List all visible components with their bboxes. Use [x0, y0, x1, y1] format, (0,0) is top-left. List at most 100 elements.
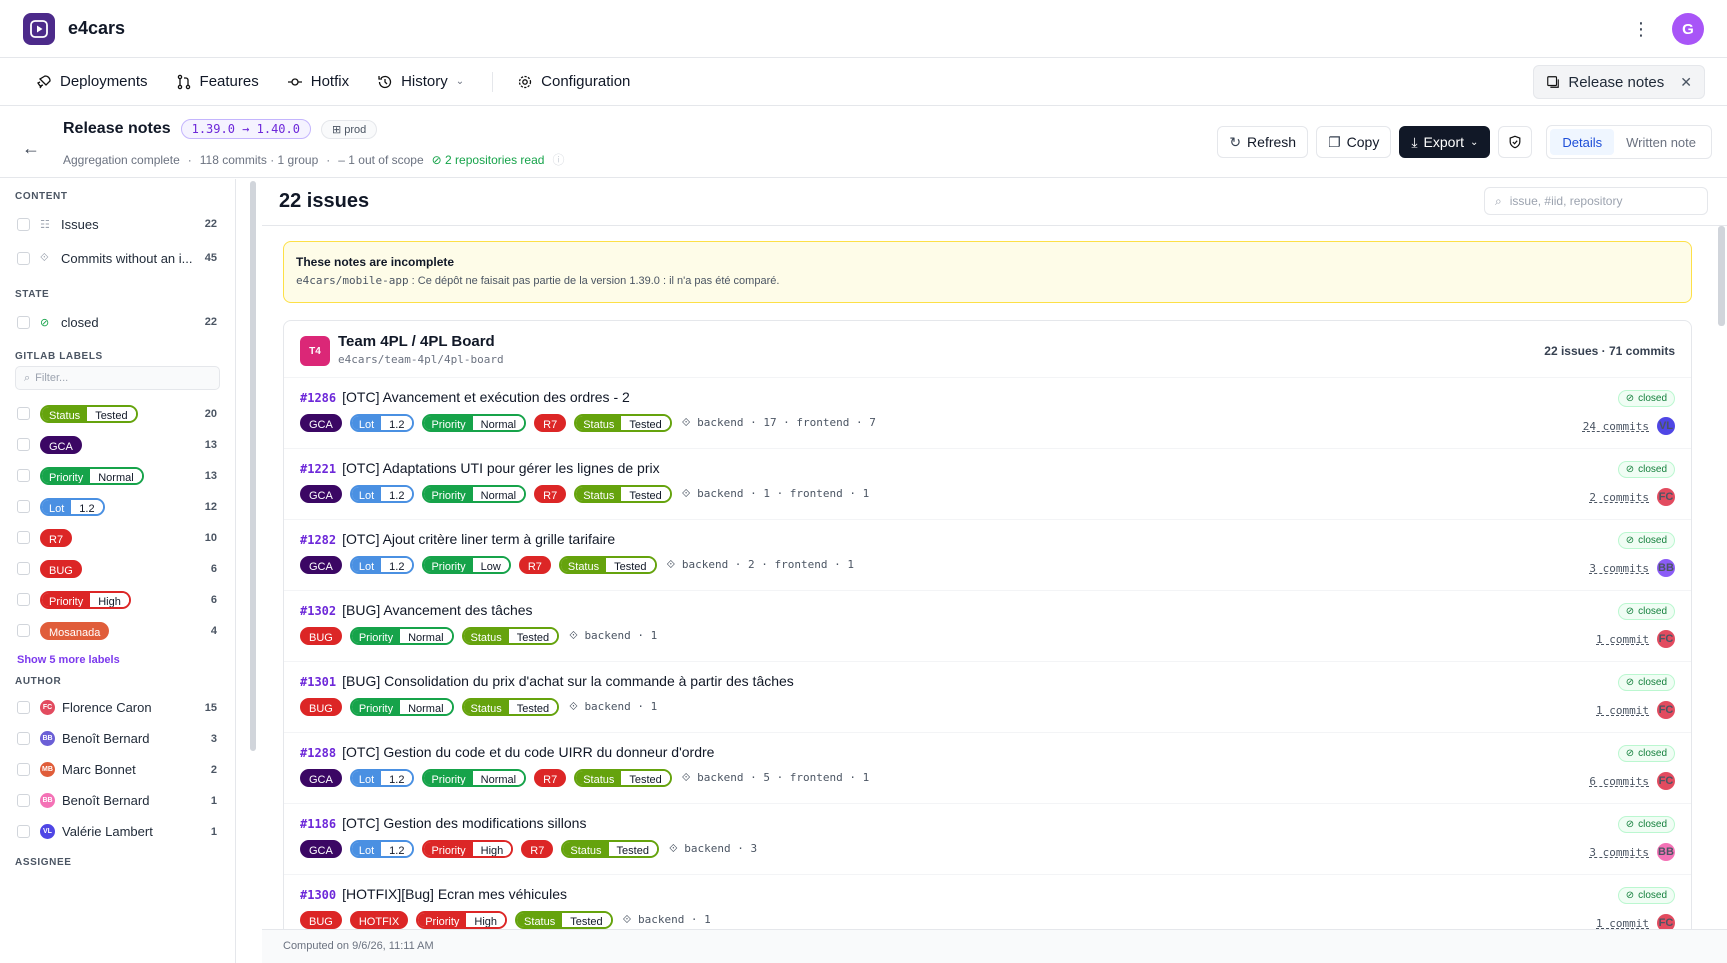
- issue-id-link[interactable]: #1288: [300, 746, 336, 760]
- label-filter-count: 4: [210, 624, 217, 637]
- label-filter-row[interactable]: Lot 1.2 12: [0, 491, 235, 522]
- label-filter-row[interactable]: Priority Normal 13: [0, 460, 235, 491]
- author-avatar: BB: [1657, 843, 1675, 861]
- info-icon[interactable]: ⓘ: [552, 151, 564, 168]
- checkbox[interactable]: [17, 732, 30, 745]
- label-filter-row[interactable]: Mosanada 4: [0, 615, 235, 646]
- user-avatar[interactable]: G: [1672, 13, 1704, 45]
- checkbox[interactable]: [17, 593, 30, 606]
- commit-count-link[interactable]: 2 commits: [1589, 491, 1649, 504]
- issue-search-input[interactable]: ⌕ issue, #iid, repository: [1484, 187, 1708, 215]
- checkbox[interactable]: [17, 500, 30, 513]
- issue-id-link[interactable]: #1300: [300, 888, 336, 902]
- status-tested-label: Status Tested: [561, 840, 659, 858]
- nav-history[interactable]: History ⌄: [377, 73, 464, 90]
- label-filter-input[interactable]: ⌕ Filter...: [15, 366, 220, 390]
- author-filter-row[interactable]: MB Marc Bonnet 2: [0, 754, 235, 785]
- checkbox[interactable]: [17, 407, 30, 420]
- author-filter-row[interactable]: BB Benoît Bernard 1: [0, 785, 235, 816]
- checkbox[interactable]: [17, 794, 30, 807]
- filter-issues[interactable]: ☷ Issues 22: [0, 207, 235, 241]
- filter-closed[interactable]: ⊘ closed 22: [0, 305, 235, 339]
- sidebar-scrollbar[interactable]: [250, 181, 256, 751]
- commit-count-link[interactable]: 3 commits: [1589, 846, 1649, 859]
- label-filter-chip: Priority Normal: [40, 466, 205, 485]
- issue-row[interactable]: #1302 [BUG] Avancement des tâches BUG Prio…: [284, 591, 1691, 662]
- label-key: Priority: [424, 416, 473, 430]
- issue-id-link[interactable]: #1302: [300, 604, 336, 618]
- author-avatar: VL: [40, 824, 55, 839]
- label-key: Status: [576, 771, 622, 785]
- export-button[interactable]: ⤓ Export ⌄: [1399, 126, 1491, 158]
- component-summary: ⟐ backend · 3: [668, 842, 758, 855]
- checkbox[interactable]: [17, 825, 30, 838]
- label-filter-row[interactable]: BUG 6: [0, 553, 235, 584]
- closed-state-label: closed: [1638, 464, 1667, 475]
- details-tab[interactable]: Details: [1550, 129, 1615, 155]
- label-filter-chip: Lot 1.2: [40, 497, 205, 516]
- issue-row[interactable]: #1282 [OTC] Ajout critère liner term à gr…: [284, 520, 1691, 591]
- commit-count-link[interactable]: 1 commit: [1596, 704, 1649, 717]
- checkbox[interactable]: [17, 251, 30, 265]
- issue-id-link[interactable]: #1186: [300, 817, 336, 831]
- checkbox[interactable]: [17, 531, 30, 544]
- status-tested-label: Status Tested: [515, 911, 613, 929]
- copy-button[interactable]: ❐ Copy: [1316, 126, 1392, 158]
- gca-label: GCA: [300, 556, 342, 574]
- app-logo-icon[interactable]: [23, 12, 55, 45]
- checkbox[interactable]: [17, 624, 30, 637]
- issue-labels: BUG HOTFIX Priority High Status Tested ⟐ backe…: [300, 911, 711, 929]
- nav-features[interactable]: Features: [176, 73, 259, 90]
- label-filter-row[interactable]: R7 10: [0, 522, 235, 553]
- more-menu-icon[interactable]: ⋮: [1632, 19, 1650, 40]
- checkbox[interactable]: [17, 217, 30, 231]
- issue-id-link[interactable]: #1221: [300, 462, 336, 476]
- commit-count-link[interactable]: 6 commits: [1589, 775, 1649, 788]
- release-notes-tab[interactable]: Release notes ✕: [1533, 65, 1705, 99]
- commit-count-link[interactable]: 24 commits: [1583, 420, 1649, 433]
- label-value: Tested: [87, 406, 136, 421]
- issue-row[interactable]: #1221 [OTC] Adaptations UTI pour gérer le…: [284, 449, 1691, 520]
- label-filter-row[interactable]: Priority High 6: [0, 584, 235, 615]
- author-filter-row[interactable]: FC Florence Caron 15: [0, 692, 235, 723]
- commit-count-link[interactable]: 1 commit: [1596, 633, 1649, 646]
- checkbox[interactable]: [17, 701, 30, 714]
- team-name[interactable]: Team 4PL / 4PL Board: [338, 333, 495, 350]
- nav-hotfix[interactable]: Hotfix: [287, 73, 349, 90]
- filter-sidebar: CONTENT ☷ Issues 22 ⟐ Commits without an i.…: [0, 179, 236, 963]
- written-note-tab[interactable]: Written note: [1614, 129, 1708, 155]
- close-icon[interactable]: ✕: [1680, 74, 1692, 91]
- issue-title-line: #1300 [HOTFIX][Bug] Ecran mes véhicules: [300, 886, 567, 902]
- issue-row[interactable]: #1301 [BUG] Consolidation du prix d'achat…: [284, 662, 1691, 733]
- checkbox[interactable]: [17, 562, 30, 575]
- commit-count-link[interactable]: 3 commits: [1589, 562, 1649, 575]
- filter-commits[interactable]: ⟐ Commits without an i... 45: [0, 241, 235, 275]
- label-filter-row[interactable]: Status Tested 20: [0, 398, 235, 429]
- checkbox[interactable]: [17, 469, 30, 482]
- author-filter-row[interactable]: BB Benoît Bernard 3: [0, 723, 235, 754]
- back-arrow-icon[interactable]: ←: [22, 138, 40, 159]
- label-filter-row[interactable]: GCA 13: [0, 429, 235, 460]
- nav-deployments[interactable]: Deployments: [36, 73, 148, 90]
- show-more-labels-link[interactable]: Show 5 more labels: [0, 646, 235, 676]
- label-value: Tested: [608, 842, 657, 856]
- closed-icon: ⊘: [40, 316, 50, 329]
- label-filter-count: 6: [210, 593, 217, 606]
- label-value: Tested: [606, 558, 655, 572]
- issue-id-link[interactable]: #1301: [300, 675, 336, 689]
- shield-button[interactable]: [1498, 126, 1533, 158]
- issue-id-link[interactable]: #1286: [300, 391, 336, 405]
- checkbox[interactable]: [17, 763, 30, 776]
- nav-configuration[interactable]: Configuration: [517, 73, 630, 90]
- issue-id-link[interactable]: #1282: [300, 533, 336, 547]
- issue-row[interactable]: #1186 [OTC] Gestion des modifications sil…: [284, 804, 1691, 875]
- refresh-button[interactable]: ↻ Refresh: [1217, 126, 1309, 158]
- main-scrollbar[interactable]: [1718, 226, 1725, 326]
- author-filter-row[interactable]: VL Valérie Lambert 1: [0, 816, 235, 847]
- issue-row[interactable]: #1286 [OTC] Avancement et exécution des o…: [284, 378, 1691, 449]
- commit-count-link[interactable]: 1 commit: [1596, 917, 1649, 930]
- issue-row[interactable]: #1288 [OTC] Gestion du code et du code UI…: [284, 733, 1691, 804]
- checkbox[interactable]: [17, 438, 30, 451]
- issue-count-title: 22 issues: [279, 190, 370, 212]
- checkbox[interactable]: [17, 315, 30, 329]
